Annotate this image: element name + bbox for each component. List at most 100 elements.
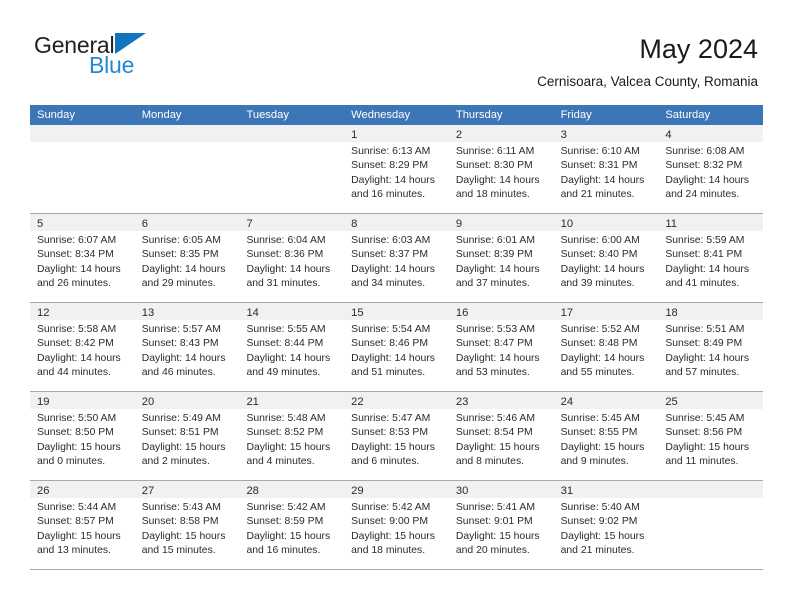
calendar-day-cell-20[interactable]: 20 Sunrise: 5:49 AM Sunset: 8:51 PM Dayligh… bbox=[134, 392, 240, 480]
calendar-day-cell-24[interactable]: 24 Sunrise: 5:45 AM Sunset: 8:55 PM Dayligh… bbox=[553, 392, 659, 480]
day-number-band: 23 bbox=[448, 392, 554, 409]
calendar-day-cell-23[interactable]: 23 Sunrise: 5:46 AM Sunset: 8:54 PM Dayligh… bbox=[448, 392, 554, 480]
calendar-day-cell-13[interactable]: 13 Sunrise: 5:57 AM Sunset: 8:43 PM Dayligh… bbox=[134, 303, 240, 391]
calendar-weeks: 1 Sunrise: 6:13 AM Sunset: 8:29 PM Daylight… bbox=[30, 125, 764, 570]
calendar-day-cell-8[interactable]: 8 Sunrise: 6:03 AM Sunset: 8:37 PM Daylight… bbox=[344, 214, 449, 302]
sunset-text: Sunset: 8:37 PM bbox=[351, 249, 428, 261]
day-details: Sunrise: 5:59 AM Sunset: 8:41 PM Daylight:… bbox=[658, 231, 763, 292]
day-number-band bbox=[30, 125, 135, 142]
calendar-day-cell-9[interactable]: 9 Sunrise: 6:01 AM Sunset: 8:39 PM Daylight… bbox=[448, 214, 554, 302]
daylight-text-line1: Daylight: 14 hours bbox=[455, 263, 540, 275]
day-details: Sunrise: 6:07 AM Sunset: 8:34 PM Daylight:… bbox=[30, 231, 135, 292]
calendar-day-cell-31[interactable]: 31 Sunrise: 5:40 AM Sunset: 9:02 PM Dayligh… bbox=[553, 481, 659, 569]
day-number-band: 10 bbox=[553, 214, 659, 231]
day-details: Sunrise: 5:48 AM Sunset: 8:52 PM Daylight:… bbox=[239, 409, 344, 470]
weekday-header-sunday: Sunday bbox=[37, 109, 75, 121]
calendar-day-cell-11[interactable]: 11 Sunrise: 5:59 AM Sunset: 8:41 PM Dayligh… bbox=[658, 214, 764, 302]
day-number: 27 bbox=[141, 485, 155, 497]
calendar-day-cell-empty bbox=[30, 125, 135, 213]
day-number-band: 26 bbox=[30, 481, 135, 498]
weekday-header-wednesday: Wednesday bbox=[351, 109, 411, 121]
daylight-text-line1: Daylight: 15 hours bbox=[351, 441, 435, 453]
day-number-band: 6 bbox=[134, 214, 240, 231]
daylight-text-line1: Daylight: 14 hours bbox=[141, 352, 226, 364]
calendar-day-cell-27[interactable]: 27 Sunrise: 5:43 AM Sunset: 8:58 PM Dayligh… bbox=[134, 481, 240, 569]
day-details: Sunrise: 6:13 AM Sunset: 8:29 PM Daylight:… bbox=[344, 142, 449, 203]
day-number-band: 29 bbox=[344, 481, 449, 498]
day-details bbox=[239, 142, 344, 145]
day-number-band bbox=[134, 125, 240, 142]
day-number: 21 bbox=[246, 396, 259, 408]
daylight-text-line1: Daylight: 15 hours bbox=[37, 530, 121, 542]
calendar-week-row: 12 Sunrise: 5:58 AM Sunset: 8:42 PM Dayligh… bbox=[30, 303, 764, 392]
calendar-day-cell-22[interactable]: 22 Sunrise: 5:47 AM Sunset: 8:53 PM Dayligh… bbox=[344, 392, 449, 480]
calendar-day-cell-26[interactable]: 26 Sunrise: 5:44 AM Sunset: 8:57 PM Dayligh… bbox=[30, 481, 135, 569]
calendar-day-cell-7[interactable]: 7 Sunrise: 6:04 AM Sunset: 8:36 PM Daylight… bbox=[239, 214, 345, 302]
daylight-text-line1: Daylight: 15 hours bbox=[455, 441, 540, 453]
calendar-page: General Blue May 2024 Cernisoara, Valcea… bbox=[0, 0, 792, 612]
calendar-day-cell-21[interactable]: 21 Sunrise: 5:48 AM Sunset: 8:52 PM Dayligh… bbox=[239, 392, 345, 480]
day-number: 3 bbox=[560, 129, 567, 141]
calendar-day-cell-16[interactable]: 16 Sunrise: 5:53 AM Sunset: 8:47 PM Dayligh… bbox=[448, 303, 554, 391]
sunrise-text: Sunrise: 5:42 AM bbox=[351, 502, 431, 513]
day-details: Sunrise: 5:44 AM Sunset: 8:57 PM Daylight:… bbox=[30, 498, 135, 559]
sunrise-text: Sunrise: 5:55 AM bbox=[246, 324, 326, 335]
daylight-text-line1: Daylight: 14 hours bbox=[351, 352, 435, 364]
logo-text-blue: Blue bbox=[89, 52, 135, 78]
daylight-text-line1: Daylight: 14 hours bbox=[455, 174, 540, 186]
sunset-text: Sunset: 8:32 PM bbox=[665, 160, 743, 172]
daylight-text-line2: and 2 minutes. bbox=[141, 456, 210, 468]
daylight-text-line2: and 18 minutes. bbox=[455, 189, 530, 201]
calendar-day-cell-1[interactable]: 1 Sunrise: 6:13 AM Sunset: 8:29 PM Daylight… bbox=[344, 125, 449, 213]
sunrise-text: Sunrise: 6:10 AM bbox=[560, 146, 640, 157]
calendar-day-cell-10[interactable]: 10 Sunrise: 6:00 AM Sunset: 8:40 PM Dayligh… bbox=[553, 214, 659, 302]
calendar-day-cell-empty bbox=[239, 125, 345, 213]
calendar-day-cell-12[interactable]: 12 Sunrise: 5:58 AM Sunset: 8:42 PM Dayligh… bbox=[30, 303, 135, 391]
weekday-header-monday: Monday bbox=[141, 109, 182, 121]
calendar-day-cell-15[interactable]: 15 Sunrise: 5:54 AM Sunset: 8:46 PM Dayligh… bbox=[344, 303, 449, 391]
day-number: 20 bbox=[141, 396, 155, 408]
calendar-day-cell-29[interactable]: 29 Sunrise: 5:42 AM Sunset: 9:00 PM Dayligh… bbox=[344, 481, 449, 569]
day-number-band: 9 bbox=[448, 214, 554, 231]
daylight-text-line1: Daylight: 14 hours bbox=[141, 263, 226, 275]
sunrise-text: Sunrise: 5:52 AM bbox=[560, 324, 640, 335]
sunrise-text: Sunrise: 5:40 AM bbox=[560, 502, 640, 513]
daylight-text-line1: Daylight: 14 hours bbox=[246, 352, 331, 364]
daylight-text-line2: and 11 minutes. bbox=[665, 456, 739, 468]
sunset-text: Sunset: 8:47 PM bbox=[455, 338, 533, 350]
sunrise-text: Sunrise: 6:08 AM bbox=[665, 146, 745, 157]
day-number-band: 1 bbox=[344, 125, 449, 142]
general-blue-logo[interactable]: General Blue bbox=[34, 32, 264, 90]
daylight-text-line1: Daylight: 15 hours bbox=[141, 441, 226, 453]
calendar-day-cell-25[interactable]: 25 Sunrise: 5:45 AM Sunset: 8:56 PM Dayligh… bbox=[658, 392, 764, 480]
calendar-day-cell-28[interactable]: 28 Sunrise: 5:42 AM Sunset: 8:59 PM Dayligh… bbox=[239, 481, 345, 569]
sunrise-text: Sunrise: 5:51 AM bbox=[665, 324, 745, 335]
calendar-day-cell-30[interactable]: 30 Sunrise: 5:41 AM Sunset: 9:01 PM Dayligh… bbox=[448, 481, 554, 569]
calendar-day-cell-17[interactable]: 17 Sunrise: 5:52 AM Sunset: 8:48 PM Dayligh… bbox=[553, 303, 659, 391]
sunset-text: Sunset: 8:30 PM bbox=[455, 160, 533, 172]
calendar-day-cell-6[interactable]: 6 Sunrise: 6:05 AM Sunset: 8:35 PM Daylight… bbox=[134, 214, 240, 302]
daylight-text-line2: and 49 minutes. bbox=[246, 367, 321, 379]
daylight-text-line2: and 46 minutes. bbox=[141, 367, 216, 379]
daylight-text-line1: Daylight: 15 hours bbox=[351, 530, 435, 542]
day-details: Sunrise: 5:40 AM Sunset: 9:02 PM Daylight:… bbox=[554, 498, 659, 559]
calendar-day-cell-19[interactable]: 19 Sunrise: 5:50 AM Sunset: 8:50 PM Dayligh… bbox=[30, 392, 135, 480]
calendar-grid: Sunday Monday Tuesday Wednesday Thursday Frid… bbox=[30, 105, 764, 570]
day-number-band: 8 bbox=[344, 214, 449, 231]
calendar-day-cell-18[interactable]: 18 Sunrise: 5:51 AM Sunset: 8:49 PM Dayligh… bbox=[658, 303, 764, 391]
calendar-day-cell-4[interactable]: 4 Sunrise: 6:08 AM Sunset: 8:32 PM Daylight… bbox=[658, 125, 764, 213]
weekday-header-row: Sunday Monday Tuesday Wednesday Thursday Frid… bbox=[30, 105, 763, 125]
daylight-text-line2: and 8 minutes. bbox=[455, 456, 525, 468]
daylight-text-line1: Daylight: 15 hours bbox=[665, 441, 750, 453]
sunset-text: Sunset: 8:59 PM bbox=[246, 516, 324, 528]
daylight-text-line2: and 13 minutes. bbox=[37, 545, 111, 557]
calendar-day-cell-2[interactable]: 2 Sunrise: 6:11 AM Sunset: 8:30 PM Daylight… bbox=[448, 125, 554, 213]
day-number: 25 bbox=[665, 396, 678, 408]
calendar-day-cell-5[interactable]: 5 Sunrise: 6:07 AM Sunset: 8:34 PM Daylight… bbox=[30, 214, 135, 302]
weekday-header-tuesday: Tuesday bbox=[246, 109, 289, 121]
calendar-day-cell-3[interactable]: 3 Sunrise: 6:10 AM Sunset: 8:31 PM Daylight… bbox=[553, 125, 659, 213]
calendar-day-cell-14[interactable]: 14 Sunrise: 5:55 AM Sunset: 8:44 PM Dayligh… bbox=[239, 303, 345, 391]
day-number-band: 22 bbox=[344, 392, 449, 409]
day-number: 8 bbox=[351, 218, 358, 230]
day-details: Sunrise: 6:00 AM Sunset: 8:40 PM Daylight:… bbox=[554, 231, 659, 292]
